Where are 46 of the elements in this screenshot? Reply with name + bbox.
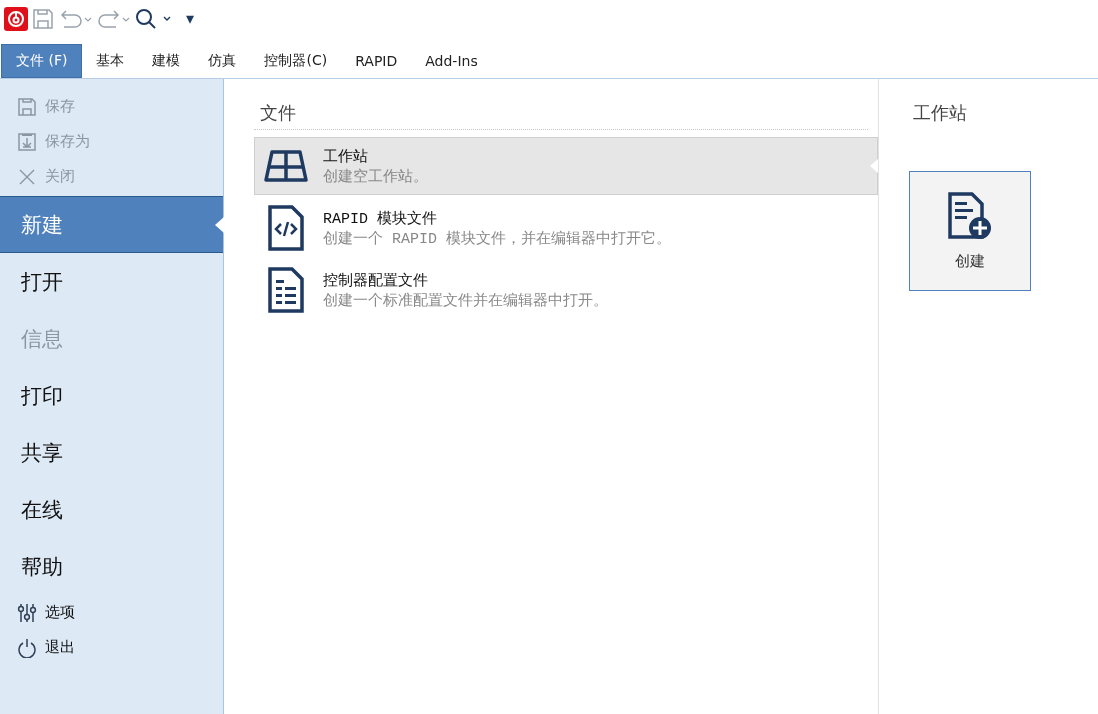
section-title: 文件	[260, 101, 297, 125]
template-item[interactable]: 控制器配置文件 创建一个标准配置文件并在编辑器中打开。	[254, 261, 878, 319]
app-logo-icon[interactable]	[4, 7, 28, 31]
ribbon-tab[interactable]: RAPID	[341, 44, 412, 78]
save-icon	[17, 96, 37, 117]
template-description: 创建空工作站。	[323, 167, 428, 186]
selection-pointer	[215, 216, 224, 233]
template-item[interactable]: 工作站 创建空工作站。	[254, 137, 878, 195]
command-label: 保存为	[45, 132, 90, 151]
menu-command[interactable]: 退出	[0, 630, 223, 665]
ribbon-tab[interactable]: 基本	[82, 44, 139, 78]
ribbon-tab[interactable]: 控制器(C)	[250, 44, 342, 78]
backstage-tab[interactable]: 打开	[0, 253, 223, 310]
template-description: 创建一个标准配置文件并在编辑器中打开。	[323, 291, 608, 310]
ribbon-tab[interactable]: 仿真	[194, 44, 251, 78]
template-title: 控制器配置文件	[323, 271, 429, 290]
document-list-icon	[268, 267, 304, 313]
backstage-tab[interactable]: 新建	[0, 196, 223, 253]
sliders-icon	[17, 602, 37, 623]
backstage-tab[interactable]: 帮助	[0, 538, 223, 595]
undo-icon[interactable]	[58, 8, 92, 30]
backstage-tab[interactable]: 共享	[0, 424, 223, 481]
customize-button[interactable]: ▾	[186, 11, 195, 27]
backstage-tab[interactable]: 打印	[0, 367, 223, 424]
ribbon-tab[interactable]: Add-Ins	[411, 44, 492, 78]
template-title: 工作站	[323, 147, 369, 166]
save-icon[interactable]	[32, 8, 54, 30]
document-add-icon	[948, 191, 992, 240]
ribbon-tab[interactable]: 建模	[138, 44, 195, 78]
grid-icon	[264, 148, 308, 184]
save-as-icon	[17, 131, 37, 152]
power-icon	[17, 637, 37, 658]
command-label: 退出	[45, 638, 75, 657]
template-title: RAPID 模块文件	[323, 209, 438, 228]
command-label: 保存	[45, 97, 75, 116]
command-label: 关闭	[45, 167, 75, 186]
template-description: 创建一个 RAPID 模块文件，并在编辑器中打开它。	[323, 229, 671, 248]
ribbon-tab[interactable]: 文件 (F)	[1, 44, 83, 78]
selection-pointer	[870, 159, 878, 173]
panel-title: 工作站	[913, 101, 968, 125]
command-label: 选项	[45, 603, 75, 622]
create-button[interactable]: 创建	[909, 171, 1031, 291]
backstage-tab[interactable]: 在线	[0, 481, 223, 538]
code-file-icon	[268, 205, 304, 251]
menu-command[interactable]: 选项	[0, 595, 223, 630]
template-item[interactable]: RAPID 模块文件 创建一个 RAPID 模块文件，并在编辑器中打开它。	[254, 199, 878, 257]
